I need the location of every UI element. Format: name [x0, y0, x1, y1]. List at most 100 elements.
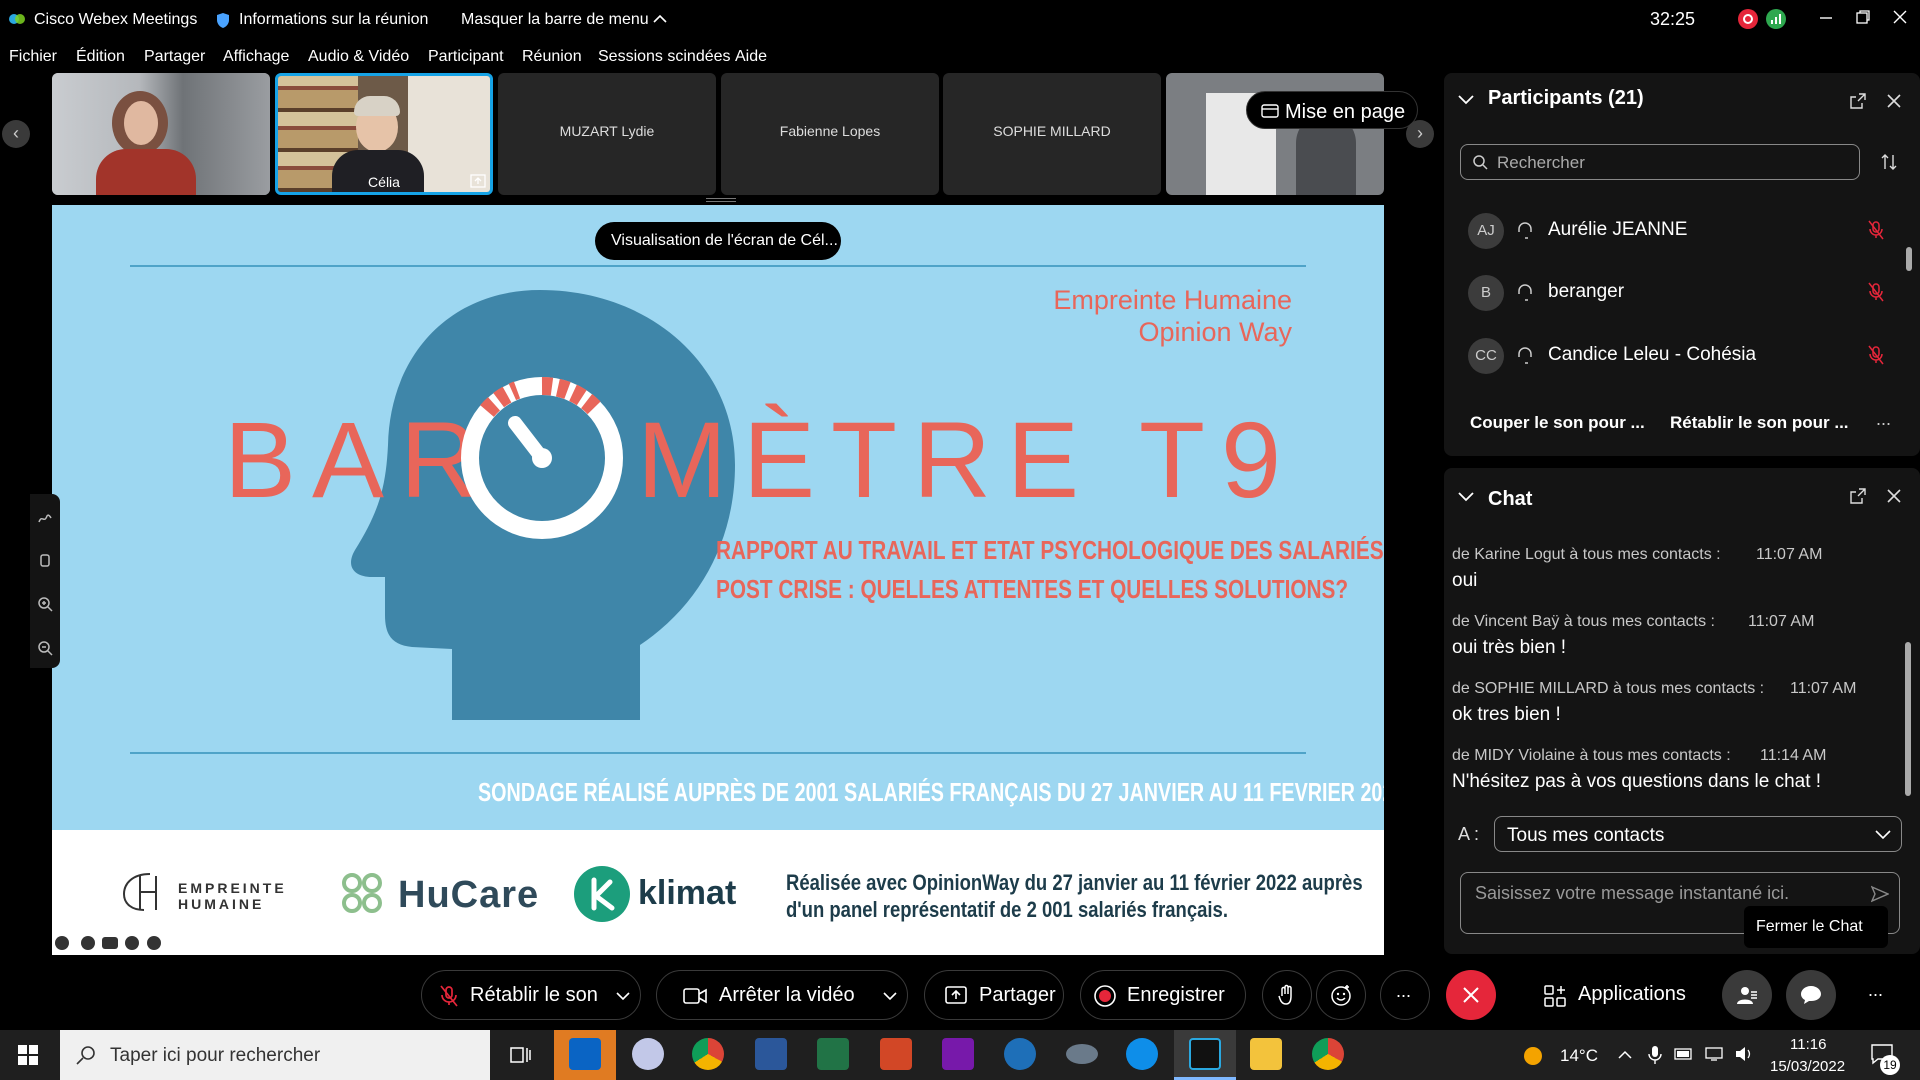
menu-sessions-scindees[interactable]: Sessions scindées [598, 48, 731, 66]
menu-participant[interactable]: Participant [428, 48, 504, 66]
app-icon[interactable] [1004, 1038, 1036, 1070]
strip-next-button[interactable]: › [1406, 120, 1434, 148]
outlook-app-icon[interactable] [554, 1030, 616, 1080]
close-panel-icon[interactable] [1886, 488, 1902, 504]
participants-search-field[interactable]: Rechercher [1460, 144, 1860, 180]
menu-affichage[interactable]: Affichage [223, 48, 289, 66]
teamviewer-app-icon[interactable] [1126, 1038, 1158, 1070]
scroll-thumb[interactable] [1906, 247, 1912, 271]
menu-partager[interactable]: Partager [144, 48, 205, 66]
send-icon[interactable] [1871, 885, 1889, 903]
popout-icon[interactable] [1850, 488, 1866, 504]
battery-icon[interactable] [1674, 1048, 1694, 1060]
clock-date[interactable]: 15/03/2022 [1770, 1058, 1845, 1075]
participant-row[interactable]: AJ Aurélie JEANNE [1444, 201, 1920, 261]
layout-button[interactable]: Mise en page [1246, 91, 1418, 129]
chrome-app-icon[interactable] [1312, 1038, 1344, 1070]
word-app-icon[interactable] [755, 1038, 787, 1070]
chat-recipient-value: Tous mes contacts [1507, 825, 1665, 846]
snipping-app-icon[interactable] [632, 1038, 664, 1070]
popout-icon[interactable] [1850, 93, 1866, 109]
muted-mic-icon[interactable] [1868, 282, 1884, 302]
menu-audio-video[interactable]: Audio & Vidéo [308, 48, 409, 66]
muted-mic-icon[interactable] [1868, 345, 1884, 365]
stop-video-button[interactable]: Arrêter la vidéo [656, 970, 908, 1020]
record-button[interactable]: Enregistrer [1080, 970, 1246, 1020]
onedrive-app-icon[interactable] [1066, 1044, 1098, 1064]
search-icon [76, 1045, 96, 1065]
chrome-app-icon[interactable] [692, 1038, 724, 1070]
network-icon[interactable] [1704, 1046, 1724, 1062]
share-button[interactable]: Partager [924, 970, 1064, 1020]
pen-icon[interactable] [37, 510, 53, 526]
scroll-thumb[interactable] [1905, 642, 1911, 796]
participants-toggle-button[interactable] [1722, 970, 1772, 1020]
file-explorer-app-icon[interactable] [1250, 1038, 1282, 1070]
chevron-down-icon[interactable] [1458, 492, 1474, 502]
unmute-button[interactable]: Rétablir le son [421, 970, 641, 1020]
applications-button[interactable]: Applications [1540, 970, 1700, 1020]
reactions-button[interactable] [1316, 970, 1366, 1020]
video-tile-active[interactable]: Célia [275, 73, 493, 195]
unmute-all-button[interactable]: Rétablir le son pour ... [1670, 413, 1849, 433]
menu-edition[interactable]: Édition [76, 48, 125, 66]
chevron-down-icon[interactable] [1458, 95, 1474, 105]
hide-menu-button[interactable]: Masquer la barre de menu [461, 11, 649, 29]
windows-start-icon[interactable] [18, 1045, 38, 1065]
weather-temperature[interactable]: 14°C [1560, 1046, 1598, 1066]
clock-time[interactable]: 11:16 [1790, 1036, 1826, 1053]
minimize-icon[interactable] [1818, 10, 1834, 26]
more-options-button[interactable]: ... [1380, 970, 1430, 1020]
chevron-down-icon[interactable] [883, 992, 897, 1001]
chat-toggle-button[interactable] [1786, 970, 1836, 1020]
share-mini-controls[interactable] [54, 935, 164, 951]
participant-name: Candice Leleu - Cohésia [1548, 344, 1757, 365]
sort-icon[interactable] [1880, 153, 1898, 171]
chat-scrollbar[interactable] [1904, 534, 1912, 806]
share-screen-icon[interactable] [470, 174, 486, 188]
menu-reunion[interactable]: Réunion [522, 48, 582, 66]
participants-scrollbar[interactable] [1906, 189, 1912, 399]
zoom-out-icon[interactable] [37, 640, 53, 656]
eraser-icon[interactable] [37, 552, 53, 568]
task-view-icon[interactable] [508, 1045, 532, 1065]
participant-row[interactable]: B beranger [1444, 263, 1920, 323]
close-panel-icon[interactable] [1886, 93, 1902, 109]
video-tile-1[interactable] [52, 73, 270, 195]
chevron-down-icon[interactable] [616, 992, 630, 1001]
powerpoint-app-icon[interactable] [880, 1038, 912, 1070]
mute-all-button[interactable]: Couper le son pour ... [1470, 413, 1645, 433]
participant-row[interactable]: CC Candice Leleu - Cohésia [1444, 326, 1920, 386]
weather-icon[interactable] [1522, 1045, 1544, 1067]
person-hair [354, 96, 400, 116]
muted-mic-icon[interactable] [1868, 220, 1884, 240]
chevron-up-icon[interactable] [1618, 1050, 1632, 1060]
raise-hand-button[interactable] [1262, 970, 1312, 1020]
onenote-app-icon[interactable] [942, 1038, 974, 1070]
microphone-icon[interactable] [1648, 1045, 1662, 1065]
shield-icon[interactable] [216, 12, 230, 29]
zoom-in-icon[interactable] [37, 596, 53, 612]
chevron-up-icon[interactable] [653, 14, 667, 24]
strip-resize-handle[interactable] [706, 198, 736, 202]
close-icon[interactable] [1892, 9, 1908, 25]
people-icon [1736, 984, 1758, 1006]
video-tile-fabienne[interactable]: Fabienne Lopes [721, 73, 939, 195]
chat-text: ok tres bien ! [1452, 704, 1561, 725]
menu-aide[interactable]: Aide [735, 48, 767, 66]
restore-icon[interactable] [1855, 9, 1871, 25]
network-status-icon[interactable] [1766, 9, 1786, 29]
meeting-info-button[interactable]: Informations sur la réunion [239, 11, 428, 29]
strip-prev-button[interactable]: ‹ [2, 120, 30, 148]
menu-fichier[interactable]: Fichier [9, 48, 57, 66]
video-tile-muzart[interactable]: MUZART Lydie [498, 73, 716, 195]
webex-app-icon[interactable] [1174, 1030, 1236, 1080]
participants-more-button[interactable]: ... [1876, 409, 1891, 430]
chat-recipient-select[interactable]: Tous mes contacts [1494, 816, 1902, 852]
volume-icon[interactable] [1734, 1046, 1754, 1062]
leave-meeting-button[interactable] [1446, 970, 1496, 1020]
excel-app-icon[interactable] [817, 1038, 849, 1070]
toolbar-overflow-button[interactable]: ... [1868, 980, 1883, 1001]
video-tile-sophie[interactable]: SOPHIE MILLARD [943, 73, 1161, 195]
taskbar-search-field[interactable]: Taper ici pour rechercher [60, 1030, 490, 1080]
